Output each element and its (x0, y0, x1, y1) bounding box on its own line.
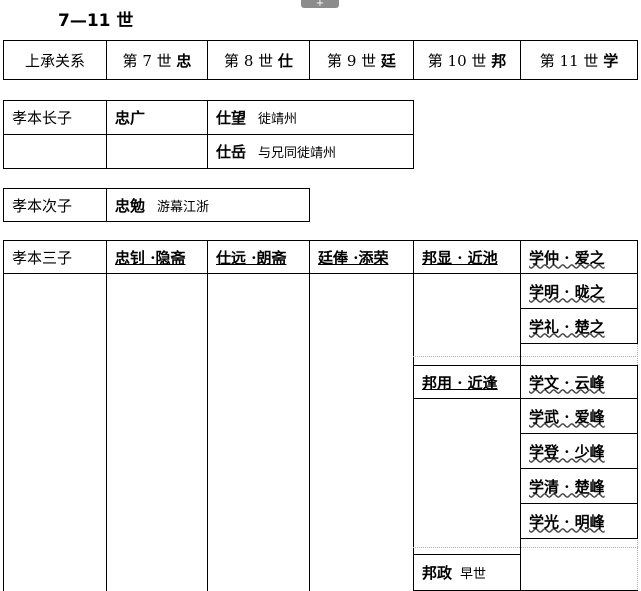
son3-gen8-name: 仕远 ·朗斋 (216, 248, 287, 267)
son3-gen9: 廷俸 ·添荣 (309, 240, 414, 274)
section-title: 7—11 世 (58, 11, 134, 31)
son3-gen9-name: 廷俸 ·添荣 (318, 248, 389, 267)
header-gen11-char: 学 (603, 51, 619, 70)
header-gen7-label: 第 7 世 (122, 51, 172, 70)
col-line-3 (309, 273, 310, 591)
son1-gen7-name: 忠广 (115, 109, 146, 127)
header-gen8-char: 仕 (277, 51, 293, 70)
son3-gen11-5-name: 学武 · 爱峰 (529, 407, 605, 426)
son2-gen7-name: 忠勉 (115, 196, 146, 215)
header-gen9-label: 第 9 世 (327, 51, 377, 70)
son1-gen8-2-name: 仕岳 (216, 143, 247, 161)
son3-gen11-8: 学光 · 明峰 (520, 503, 638, 539)
son3-gen10-2: 邦用 · 近逢 (413, 365, 521, 399)
son1-label-text: 孝本长子 (12, 109, 73, 127)
son1-gen7-empty (106, 134, 208, 169)
header-gen7: 第 7 世 忠 (106, 40, 208, 80)
son1-label-empty (3, 134, 107, 169)
header-relation: 上承关系 (3, 40, 107, 80)
son1-gen7: 忠广 (106, 100, 208, 135)
col-line-4 (413, 273, 414, 591)
son3-gen7-name: 忠钊 ·隐斋 (115, 248, 186, 267)
header-gen8-label: 第 8 世 (224, 51, 274, 70)
son3-gen7: 忠钊 ·隐斋 (106, 240, 208, 274)
son1-gen8-row-2: 仕岳 与兄同徙靖州 (207, 134, 414, 169)
son3-gen11-6-name: 学登 · 少峰 (529, 442, 605, 461)
header-gen10: 第 10 世 邦 (413, 40, 521, 80)
son3-gen11-3-name: 学礼 · 楚之 (529, 317, 605, 336)
son3-gen11-4: 学文 · 云峰 (520, 365, 638, 399)
son3-label: 孝本三子 (3, 240, 107, 274)
son2-label: 孝本次子 (3, 188, 107, 222)
son3-gen10-3-note: 早世 (460, 567, 487, 582)
header-gen7-char: 忠 (176, 51, 192, 70)
son3-gen10-1-name: 邦显 · 近池 (422, 248, 498, 267)
son3-gen11-6: 学登 · 少峰 (520, 433, 638, 469)
header-gen10-char: 邦 (491, 51, 507, 70)
son1-gen8-row-1: 仕望 徙靖州 (207, 100, 414, 135)
son1-gen8-1-note: 徙靖州 (258, 112, 298, 127)
son3-gen10-3: 邦政 早世 (413, 554, 521, 591)
son3-gen11-2-name: 学明 · 昽之 (529, 282, 605, 301)
son3-gen11-7: 学清 · 楚峰 (520, 468, 638, 504)
son1-label: 孝本长子 (3, 100, 107, 135)
table-move-handle[interactable]: + (301, 0, 339, 9)
header-gen9-char: 廷 (380, 51, 396, 70)
col-line-0 (3, 273, 4, 591)
son3-gen11-1: 学仲 · 爱之 (520, 240, 638, 274)
son1-gen8-2-note: 与兄同徙靖州 (258, 146, 337, 161)
group-separator-1 (413, 356, 638, 357)
header-gen11: 第 11 世 学 (520, 40, 638, 80)
son3-gen11-1-name: 学仲 · 爱之 (529, 248, 605, 267)
son2-label-text: 孝本次子 (12, 196, 73, 215)
header-gen9: 第 9 世 廷 (309, 40, 414, 80)
group-separator-2 (413, 547, 638, 548)
son3-gen8: 仕远 ·朗斋 (207, 240, 310, 274)
son3-label-text: 孝本三子 (12, 248, 73, 267)
col-line-2 (207, 273, 208, 591)
son3-gen11-4-name: 学文 · 云峰 (529, 373, 605, 392)
header-gen10-label: 第 10 世 (427, 51, 487, 70)
son3-gen10-2-name: 邦用 · 近逢 (422, 373, 498, 392)
son3-gen11-2: 学明 · 昽之 (520, 273, 638, 309)
header-gen8: 第 8 世 仕 (207, 40, 310, 80)
col-line-1 (106, 273, 107, 591)
header-gen11-label: 第 11 世 (539, 51, 599, 70)
son3-gen10-1: 邦显 · 近池 (413, 240, 521, 274)
son3-gen11-5: 学武 · 爱峰 (520, 398, 638, 434)
son2-note: 游幕江浙 (157, 199, 210, 215)
son2-gen7: 忠勉 游幕江浙 (106, 188, 310, 222)
header-relation-label: 上承关系 (24, 51, 85, 70)
son3-gen11-7-name: 学清 · 楚峰 (529, 477, 605, 496)
son3-gen10-3-name: 邦政 (422, 564, 453, 582)
son1-gen8-1-name: 仕望 (216, 109, 247, 127)
son3-gen11-8-name: 学光 · 明峰 (529, 512, 605, 531)
son3-gen11-3: 学礼 · 楚之 (520, 308, 638, 344)
